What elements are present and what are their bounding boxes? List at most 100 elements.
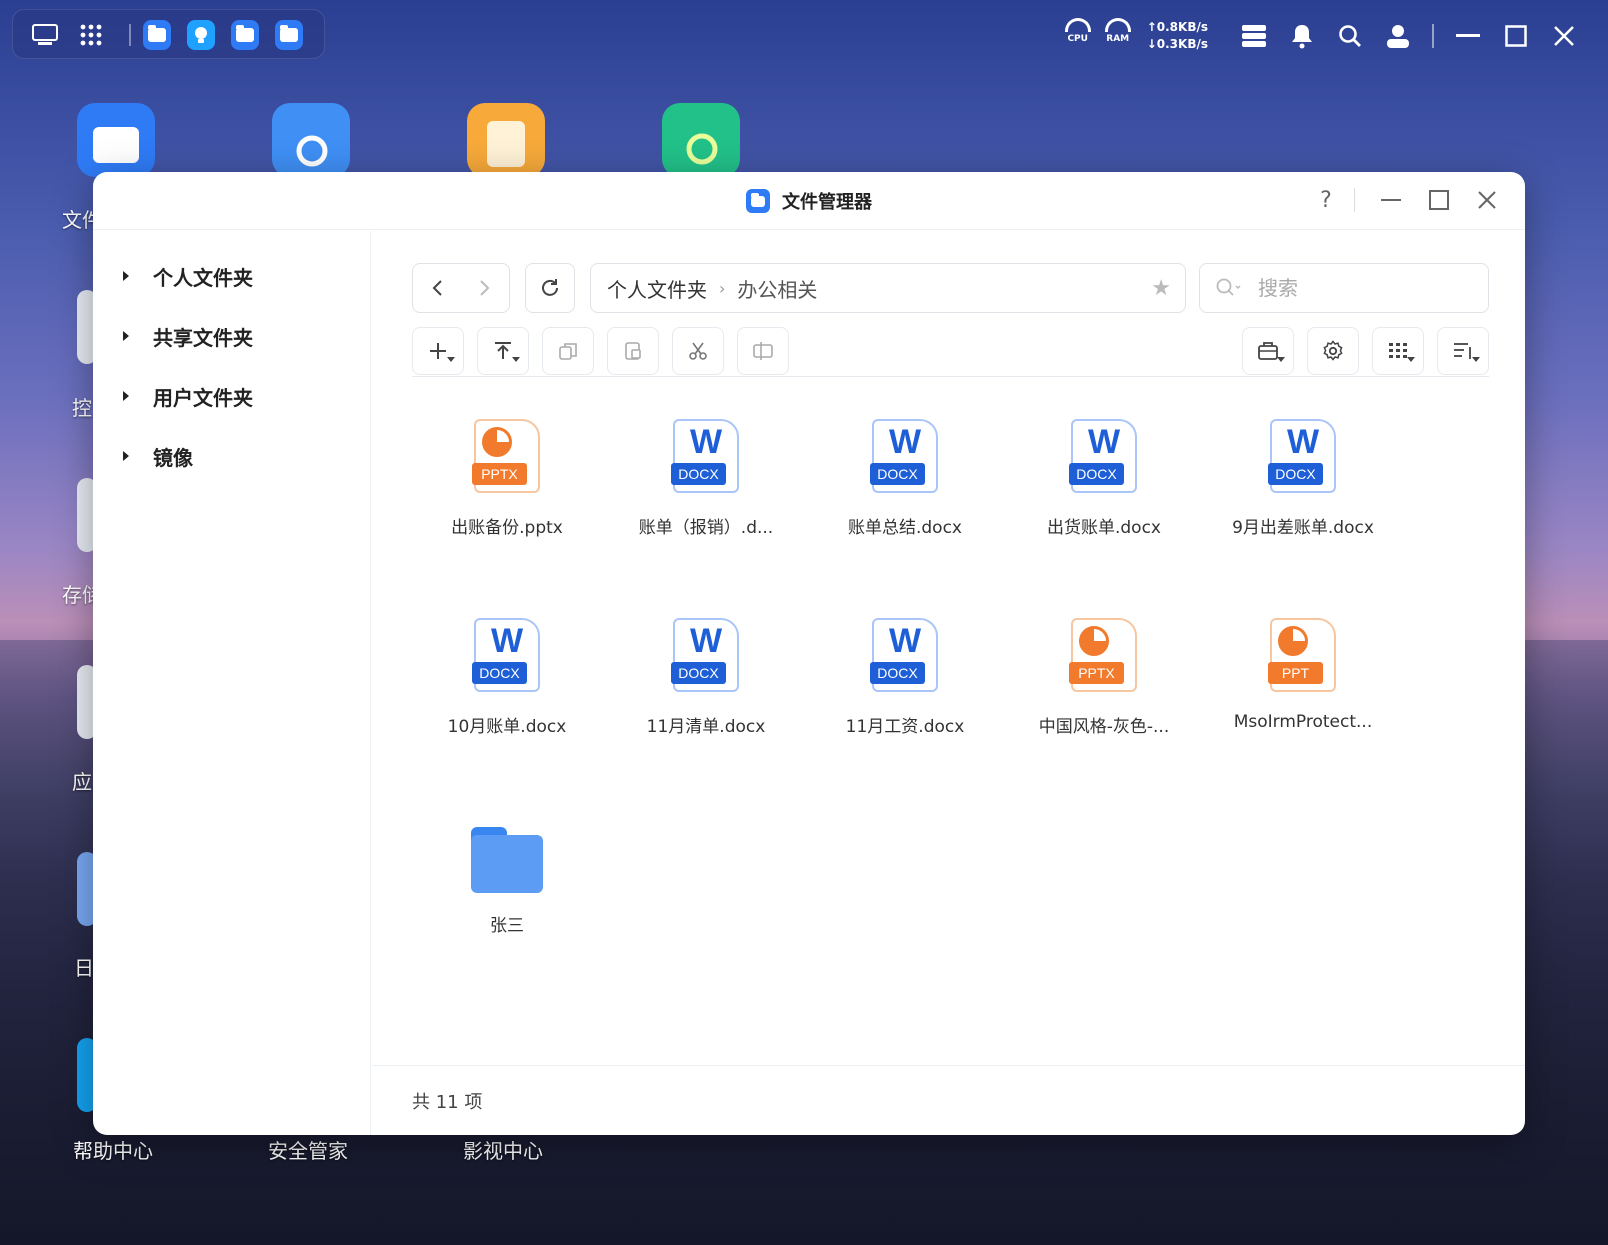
paste-icon [625, 342, 641, 360]
breadcrumb-current[interactable]: 办公相关 [737, 274, 817, 303]
gauge-icon [1104, 18, 1131, 32]
desktop-app-sync[interactable] [662, 103, 740, 177]
forward-button[interactable] [461, 264, 509, 312]
server-icon[interactable] [1234, 18, 1274, 54]
close-button[interactable] [1467, 184, 1507, 216]
cpu-gauge[interactable]: CPU [1061, 18, 1095, 54]
sidebar-item-mirror[interactable]: 镜像 [93, 426, 370, 486]
docx-icon: W DOCX [870, 419, 940, 493]
view-mode-button[interactable] [1372, 327, 1424, 375]
maximize-button[interactable] [1419, 184, 1459, 216]
file-item[interactable]: W DOCX 账单（报销）.d... [611, 401, 801, 591]
network-speed[interactable]: ↑0.8KB/s ↓0.3KB/s [1147, 19, 1208, 53]
bell-icon[interactable] [1282, 18, 1322, 54]
minimize-button[interactable] [1371, 184, 1411, 216]
scissors-icon [689, 342, 707, 360]
rename-button[interactable] [737, 327, 789, 375]
ram-label: RAM [1106, 34, 1130, 44]
file-item[interactable]: W DOCX 账单总结.docx [810, 401, 1000, 591]
file-name: 11月清单.docx [646, 717, 766, 737]
settings-button[interactable] [1307, 327, 1359, 375]
folder-icon [93, 127, 139, 163]
breadcrumb[interactable]: 个人文件夹 › 办公相关 ★ [590, 263, 1186, 313]
file-item[interactable]: PPTX 出账备份.pptx [412, 401, 602, 591]
desktop-label: 应 [72, 770, 92, 794]
dock-app-file-manager-3[interactable] [275, 20, 303, 50]
docx-icon: W DOCX [1069, 419, 1139, 493]
chevron-right-icon [480, 280, 490, 296]
caret-right-icon [123, 451, 129, 461]
chevron-left-icon [432, 280, 442, 296]
dropdown-caret-icon [512, 357, 520, 362]
upload-button[interactable] [477, 327, 529, 375]
file-item[interactable]: PPT MsoIrmProtect... [1208, 600, 1398, 790]
toolbox-icon [1258, 342, 1278, 360]
sidebar-item-label: 个人文件夹 [153, 265, 253, 290]
item-count: 共 11 项 [412, 1091, 483, 1113]
app-grid-icon[interactable] [77, 22, 105, 48]
maximize-icon [1429, 190, 1449, 210]
file-item[interactable]: W DOCX 10月账单.docx [412, 600, 602, 790]
dock-app-file-manager-2[interactable] [231, 20, 259, 50]
breadcrumb-root[interactable]: 个人文件夹 [607, 274, 707, 303]
refresh-button[interactable] [525, 263, 575, 313]
folder-item[interactable]: 张三 [412, 799, 602, 989]
desktop-app-notes[interactable] [467, 103, 545, 177]
launcher-dock [12, 9, 325, 59]
user-icon[interactable] [1378, 18, 1418, 54]
control-divider [1354, 188, 1355, 212]
help-button[interactable]: ? [1306, 184, 1346, 216]
tools-button[interactable] [1242, 327, 1294, 375]
search-icon[interactable] [1330, 18, 1370, 54]
sidebar-item-label: 用户文件夹 [153, 385, 253, 410]
docx-icon: W DOCX [472, 618, 542, 692]
sort-button[interactable] [1437, 327, 1489, 375]
desktop-app-backup[interactable] [272, 103, 350, 177]
sidebar-item-users[interactable]: 用户文件夹 [93, 366, 370, 426]
cut-button[interactable] [672, 327, 724, 375]
maximize-icon[interactable] [1496, 18, 1536, 54]
lightbulb-icon [195, 27, 207, 43]
dropdown-caret-icon [447, 357, 455, 362]
new-button[interactable] [412, 327, 464, 375]
star-icon[interactable]: ★ [1151, 276, 1171, 301]
back-button[interactable] [413, 264, 461, 312]
sidebar-item-shared[interactable]: 共享文件夹 [93, 306, 370, 366]
ppt-icon: PPT [1268, 618, 1338, 692]
gear-icon [1323, 340, 1343, 361]
file-name: 出账备份.pptx [451, 518, 563, 538]
dropdown-caret-icon [1277, 357, 1285, 362]
refresh-icon [542, 279, 558, 296]
status-area: CPU RAM ↑0.8KB/s ↓0.3KB/s [1061, 14, 1588, 58]
file-item[interactable]: W DOCX 11月清单.docx [611, 600, 801, 790]
status-footer: 共 11 项 [372, 1065, 1525, 1135]
copy-button[interactable] [542, 327, 594, 375]
top-taskbar: CPU RAM ↑0.8KB/s ↓0.3KB/s [0, 0, 1608, 70]
search-box [1199, 263, 1489, 313]
file-item[interactable]: W DOCX 11月工资.docx [810, 600, 1000, 790]
file-item[interactable]: W DOCX 出货账单.docx [1009, 401, 1199, 591]
desktop-label: 控 [72, 396, 92, 420]
folder-icon [751, 192, 765, 207]
window-titlebar[interactable]: 文件管理器 ? [93, 172, 1525, 230]
minimize-all-icon[interactable] [1448, 18, 1488, 54]
search-icon[interactable] [1216, 278, 1242, 298]
desktop-icon[interactable] [31, 22, 59, 48]
folder-icon [148, 25, 166, 42]
desktop-app-file-manager[interactable] [77, 103, 155, 177]
file-item[interactable]: PPTX 中国风格-灰色-... [1009, 600, 1199, 790]
search-input[interactable] [1258, 276, 1458, 300]
taskbar-divider [1432, 24, 1434, 48]
paste-button[interactable] [607, 327, 659, 375]
file-item[interactable]: W DOCX 9月出差账单.docx [1208, 401, 1398, 591]
plus-icon [430, 343, 446, 359]
dock-app-file-manager[interactable] [143, 20, 171, 50]
dock-app-tips[interactable] [187, 20, 215, 50]
sidebar-item-personal[interactable]: 个人文件夹 [93, 246, 370, 306]
sidebar-item-label: 共享文件夹 [153, 325, 253, 350]
file-name: 中国风格-灰色-... [1038, 717, 1170, 737]
main-pane: 个人文件夹 › 办公相关 ★ PPTX [372, 231, 1525, 1135]
ram-gauge[interactable]: RAM [1101, 18, 1135, 54]
close-icon[interactable] [1544, 18, 1584, 54]
caret-right-icon [123, 331, 129, 341]
